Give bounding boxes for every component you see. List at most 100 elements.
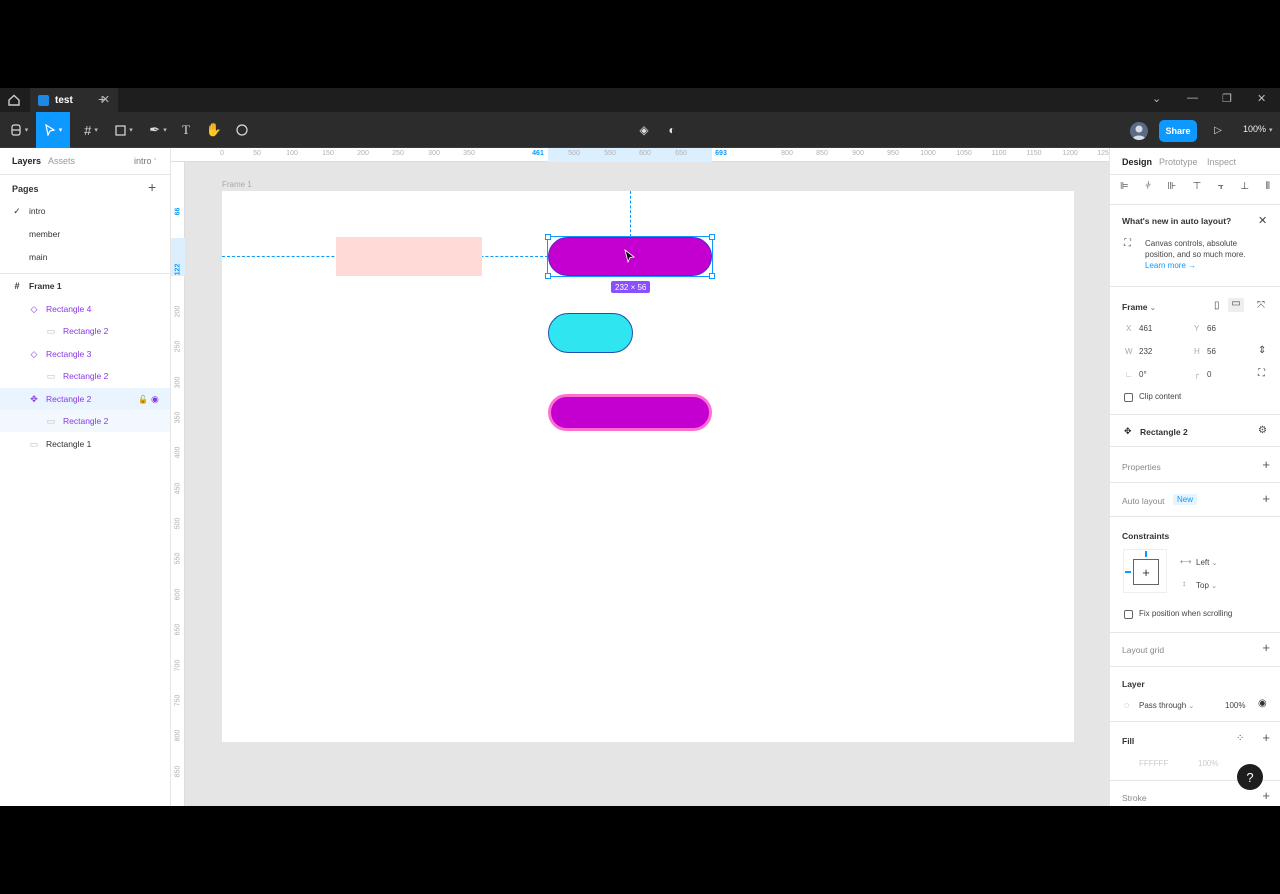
horizontal-constraint-select[interactable]: Left ⌄ bbox=[1196, 558, 1217, 567]
rectangle-3-shape[interactable] bbox=[548, 313, 633, 353]
layer-rectangle-2-component[interactable]: ✥ Rectangle 2 🔓 ◉ bbox=[0, 388, 170, 410]
chevron-down-icon[interactable]: ⌄ bbox=[1152, 92, 1161, 105]
blend-mode-select[interactable]: Pass through ⌄ bbox=[1139, 701, 1194, 710]
align-right-icon[interactable]: ⊪ bbox=[1167, 181, 1176, 195]
add-property-icon[interactable]: + bbox=[1262, 457, 1270, 472]
resize-handle-ne[interactable] bbox=[709, 234, 715, 240]
component-settings-icon[interactable]: ⚙ bbox=[1258, 425, 1267, 436]
tab-assets[interactable]: Assets bbox=[48, 156, 75, 166]
fix-position-checkbox[interactable] bbox=[1124, 610, 1133, 619]
constraint-widget[interactable]: + bbox=[1123, 549, 1167, 593]
add-layout-grid-icon[interactable]: + bbox=[1262, 640, 1270, 655]
page-label: intro bbox=[29, 206, 46, 216]
layer-rectangle-3[interactable]: ◇ Rectangle 3 bbox=[0, 343, 170, 365]
layer-rectangle-2-child[interactable]: ▭ Rectangle 2 bbox=[0, 410, 170, 432]
constrain-proportions-icon[interactable]: ⇕ bbox=[1258, 345, 1266, 356]
frame-section-title[interactable]: Frame ⌄ bbox=[1122, 302, 1156, 312]
align-bottom-icon[interactable]: ⊥ bbox=[1240, 181, 1249, 195]
tab-design[interactable]: Design bbox=[1122, 157, 1152, 167]
page-item-main[interactable]: main bbox=[0, 246, 170, 268]
tab-prototype[interactable]: Prototype bbox=[1159, 157, 1198, 167]
vertical-constraint-select[interactable]: Top ⌄ bbox=[1196, 581, 1217, 590]
align-middle-icon[interactable]: ⫟ bbox=[1218, 181, 1224, 195]
minimize-icon[interactable]: — bbox=[1187, 92, 1198, 104]
resize-handle-se[interactable] bbox=[709, 273, 715, 279]
comment-tool-button[interactable] bbox=[232, 118, 252, 142]
window-close-icon[interactable]: ✕ bbox=[1257, 92, 1266, 105]
home-icon[interactable] bbox=[6, 92, 22, 108]
layer-frame-1[interactable]: # Frame 1 bbox=[0, 275, 170, 297]
clip-content-checkbox[interactable] bbox=[1124, 393, 1133, 402]
instance-icon: ◇ bbox=[30, 303, 38, 314]
layer-opacity-input[interactable]: 100% bbox=[1225, 701, 1245, 710]
comment-icon bbox=[236, 124, 248, 136]
theme-toggle-button[interactable]: ◐ bbox=[663, 118, 681, 142]
eye-icon[interactable]: ◉ bbox=[151, 394, 159, 405]
layer-rectangle-4[interactable]: ◇ Rectangle 4 bbox=[0, 298, 170, 320]
distribute-icon[interactable]: ⦀ bbox=[1266, 181, 1270, 195]
new-tab-icon[interactable]: + bbox=[98, 91, 106, 107]
add-page-icon[interactable]: + bbox=[148, 179, 156, 195]
auto-layout-title: Auto layout bbox=[1122, 496, 1165, 506]
move-tool-button[interactable]: ▾ bbox=[36, 112, 70, 148]
resize-handle-nw[interactable] bbox=[545, 234, 551, 240]
pen-tool-button[interactable]: ✒ ▾ bbox=[144, 118, 172, 142]
component-tool-button[interactable]: ◈ bbox=[635, 118, 653, 142]
add-fill-icon[interactable]: + bbox=[1262, 730, 1270, 745]
tab-layers[interactable]: Layers bbox=[12, 156, 41, 166]
portrait-icon[interactable]: ▯ bbox=[1214, 300, 1220, 311]
align-center-h-icon[interactable]: ⫩ bbox=[1145, 181, 1151, 195]
resize-handle-sw[interactable] bbox=[545, 273, 551, 279]
eye-icon[interactable]: ◉ bbox=[1258, 698, 1267, 709]
page-selector[interactable]: intro ˆ bbox=[134, 156, 156, 166]
page-item-member[interactable]: member bbox=[0, 223, 170, 245]
text-tool-button[interactable]: T bbox=[177, 118, 195, 142]
help-button[interactable]: ? bbox=[1237, 764, 1263, 790]
constraint-left-bar[interactable] bbox=[1125, 571, 1131, 573]
tab-inspect[interactable]: Inspect bbox=[1207, 157, 1236, 167]
rotation-input[interactable]: 0° bbox=[1139, 370, 1147, 379]
corner-radius-input[interactable]: 0 bbox=[1207, 370, 1211, 379]
toolbar: ▾ ▾ # ▾ ▾ ✒ ▾ T ✋ ◈ ◐ Share ▷ 100% ▾ bbox=[0, 112, 1280, 148]
add-auto-layout-icon[interactable]: + bbox=[1262, 491, 1270, 506]
layer-rectangle-2-child[interactable]: ▭ Rectangle 2 bbox=[0, 320, 170, 342]
frame-tool-button[interactable]: # ▾ bbox=[78, 118, 104, 142]
learn-more-link[interactable]: Learn more → bbox=[1145, 261, 1196, 270]
rectangle-4-shape[interactable] bbox=[548, 394, 712, 431]
avatar[interactable] bbox=[1130, 122, 1148, 140]
layer-rectangle-1[interactable]: ▭ Rectangle 1 bbox=[0, 433, 170, 455]
resize-to-fit-icon[interactable]: ⤧ bbox=[1257, 300, 1265, 311]
align-left-icon[interactable]: ⊫ bbox=[1120, 181, 1129, 195]
fill-hex-input[interactable]: FFFFFF bbox=[1139, 759, 1168, 768]
fix-position-label: Fix position when scrolling bbox=[1139, 609, 1233, 618]
layer-rectangle-2-child[interactable]: ▭ Rectangle 2 bbox=[0, 365, 170, 387]
independent-corners-icon[interactable]: ⛶ bbox=[1258, 368, 1265, 379]
rectangle-1-shape[interactable] bbox=[336, 237, 482, 276]
ruler-tick-label: 300 bbox=[174, 376, 182, 389]
align-top-icon[interactable]: ⊤ bbox=[1193, 181, 1202, 195]
shape-tool-button[interactable]: ▾ bbox=[110, 118, 138, 142]
canvas[interactable]: 0 50 100 150 200 250 300 350 461 500 550 600 650 693 8… bbox=[171, 148, 1109, 806]
present-button[interactable]: ▷ bbox=[1210, 118, 1226, 142]
x-input[interactable]: 461 bbox=[1139, 324, 1152, 333]
figma-logo-icon bbox=[11, 124, 21, 136]
add-stroke-icon[interactable]: + bbox=[1262, 788, 1270, 803]
style-icon[interactable]: ⁘ bbox=[1236, 733, 1244, 744]
fill-opacity-input[interactable]: 100% bbox=[1198, 759, 1218, 768]
height-input[interactable]: 56 bbox=[1207, 347, 1216, 356]
width-input[interactable]: 232 bbox=[1139, 347, 1152, 356]
ruler-tick-label: 0 bbox=[220, 150, 224, 157]
zoom-dropdown[interactable]: 100% ▾ bbox=[1243, 124, 1273, 134]
y-input[interactable]: 66 bbox=[1207, 324, 1216, 333]
constraint-top-bar[interactable] bbox=[1145, 551, 1147, 557]
close-icon[interactable]: ✕ bbox=[1258, 214, 1267, 227]
restore-icon[interactable]: ❐ bbox=[1222, 92, 1232, 105]
page-item-intro[interactable]: ✓ intro bbox=[0, 200, 170, 222]
hand-tool-button[interactable]: ✋ bbox=[204, 118, 224, 142]
lock-icon[interactable]: 🔓 bbox=[138, 395, 148, 404]
share-button[interactable]: Share bbox=[1159, 120, 1197, 142]
whats-new-body-line1: Canvas controls, absolute bbox=[1145, 239, 1238, 248]
frame-label[interactable]: Frame 1 bbox=[222, 180, 252, 189]
landscape-icon[interactable]: ▭ bbox=[1228, 298, 1244, 312]
main-menu-button[interactable]: ▾ bbox=[6, 118, 32, 142]
